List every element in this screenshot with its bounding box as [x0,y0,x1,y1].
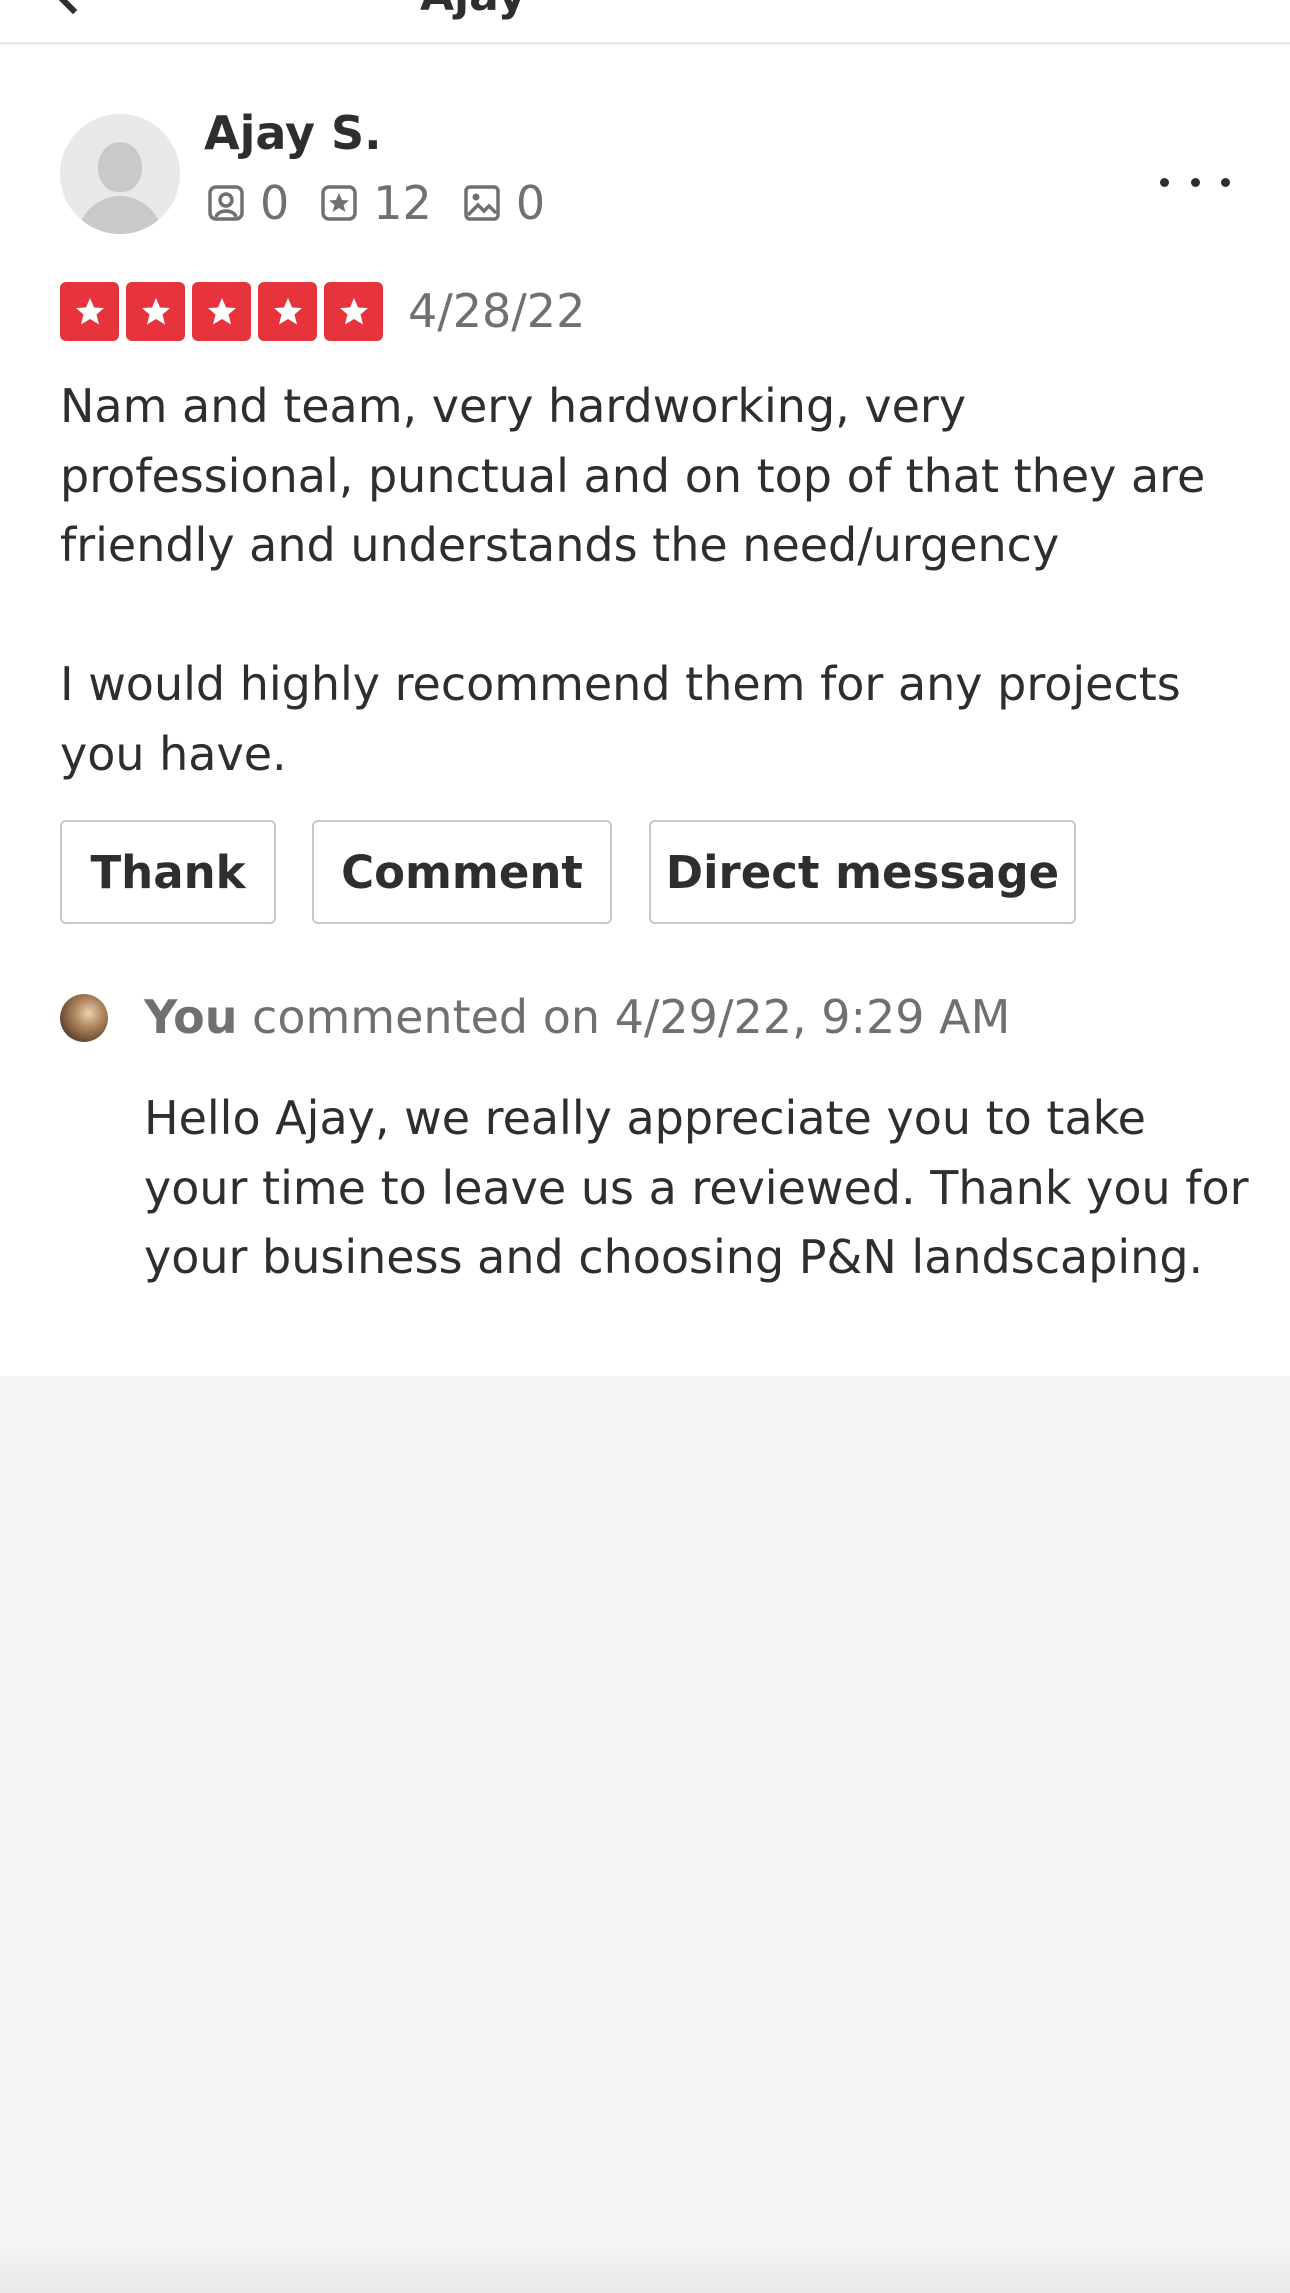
dot [1160,177,1169,187]
friends-count: 0 [260,176,290,230]
avatar-shoulders-shape [78,196,162,234]
reviews-star-icon [321,185,358,221]
rating-star-icon [192,282,251,341]
top-navigation-bar: Ajay [0,0,1290,44]
thank-button[interactable]: Thank [60,820,276,924]
rating-star-icon [258,282,317,341]
header-title: Ajay [420,0,526,21]
dot [1190,177,1200,187]
rating-star-icon [60,282,119,341]
reviews-count: 12 [373,176,432,230]
photos-stat: 0 [462,176,545,230]
photos-count: 0 [515,176,546,230]
reviews-stat: 12 [319,176,432,230]
reviewer-stats: 0 12 0 [206,176,575,230]
comment-meta: You commented on 4/29/22, 9:29 AM [144,990,1010,1044]
review-text: Nam and team, very hardworking, very pro… [60,379,1206,781]
reviewer-name[interactable]: Ajay S. [204,106,382,160]
owner-avatar [60,994,108,1042]
owner-comment-text: Hello Ajay, we really appreciate you to … [144,1091,1249,1284]
direct-message-button[interactable]: Direct message [649,820,1076,924]
review-date: 4/28/22 [408,284,586,338]
photos-icon [464,185,500,221]
avatar-head-shape [98,142,142,192]
bottom-shade [0,2240,1290,2293]
comment-author: You [144,990,238,1044]
friends-icon [208,185,244,221]
friends-stat: 0 [206,176,289,230]
more-options-icon[interactable] [1160,170,1230,194]
comment-timestamp: commented on 4/29/22, 9:29 AM [237,990,1011,1044]
review-card: Ajay S. 0 12 0 4/28/22 Nam and team, ver… [0,46,1290,1376]
comment-button[interactable]: Comment [312,820,612,924]
star-rating [60,282,390,341]
rating-star-icon [126,282,185,341]
rating-star-icon [324,282,383,341]
dot [1221,177,1230,187]
user-avatar[interactable] [60,114,180,234]
back-arrow-icon[interactable] [51,0,95,15]
